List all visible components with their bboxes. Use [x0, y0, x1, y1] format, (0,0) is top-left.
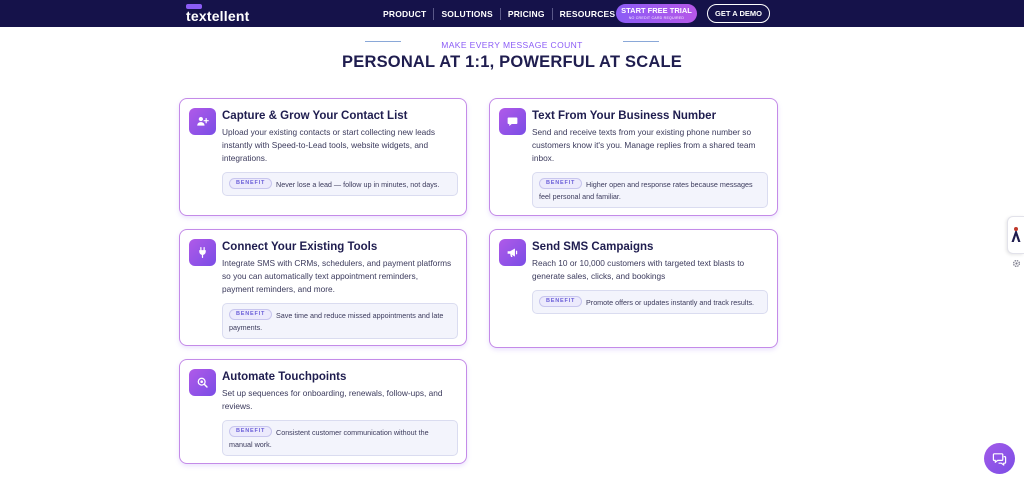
benefit-text: Save time and reduce missed appointments… [276, 311, 444, 320]
feature-card-connect-tools: Connect Your Existing Tools Integrate SM… [179, 229, 467, 346]
logo-mark-icon [186, 4, 202, 9]
trial-button-subtext: NO CREDIT CARD REQUIRED [628, 16, 685, 20]
benefit-text: Promote offers or updates instantly and … [586, 298, 755, 307]
benefit-text: Never lose a lead — follow up in minutes… [276, 180, 440, 189]
gear-icon[interactable] [1012, 259, 1021, 268]
trial-button-label: START FREE TRIAL [621, 6, 692, 15]
card-description: Integrate SMS with CRMs, schedulers, and… [222, 258, 452, 294]
benefit-text: Consistent customer communication withou… [276, 428, 429, 437]
benefit-badge: BENEFIT [229, 426, 273, 437]
card-description: Reach 10 or 10,000 customers with target… [532, 258, 745, 281]
start-free-trial-button[interactable]: START FREE TRIAL NO CREDIT CARD REQUIRED [616, 4, 697, 23]
logo[interactable]: textellent [186, 4, 249, 24]
chat-button[interactable] [984, 443, 1015, 474]
card-description: Send and receive texts from your existin… [532, 127, 756, 163]
benefit-badge: BENEFIT [539, 178, 583, 189]
chat-icon [992, 453, 1007, 466]
touchpoint-icon [189, 369, 216, 396]
menu-item-pricing[interactable]: PRICING [499, 7, 552, 20]
benefit-box: BENEFIT Promote offers or updates instan… [532, 290, 768, 314]
get-a-demo-button[interactable]: GET A DEMO [707, 4, 770, 23]
card-title: Capture & Grow Your Contact List [222, 110, 408, 122]
section-headline: PERSONAL AT 1:1, POWERFUL AT SCALE [342, 53, 682, 71]
benefit-badge: BENEFIT [229, 178, 273, 189]
message-icon [499, 108, 526, 135]
card-description: Set up sequences for onboarding, renewal… [222, 388, 443, 411]
card-description: Upload your existing contacts or start c… [222, 127, 436, 163]
feature-card-business-number: Text From Your Business Number Send and … [489, 98, 778, 216]
plug-icon [189, 239, 216, 266]
section-eyebrow: MAKE EVERY MESSAGE COUNT [360, 35, 664, 50]
benefit-badge: BENEFIT [539, 296, 583, 307]
menu-item-product[interactable]: PRODUCT [376, 8, 433, 20]
card-title: Automate Touchpoints [222, 371, 347, 383]
benefit-text-continued: payments. [229, 323, 263, 332]
benefit-text-continued: manual work. [229, 440, 272, 449]
card-title: Text From Your Business Number [532, 110, 717, 122]
feature-card-sms-campaigns: Send SMS Campaigns Reach 10 or 10,000 cu… [489, 229, 778, 348]
benefit-box: BENEFIT Consistent customer communicatio… [222, 420, 458, 456]
main-menu: PRODUCT SOLUTIONS PRICING RESOURCES [376, 0, 622, 27]
benefit-box: BENEFIT Save time and reduce missed appo… [222, 303, 458, 339]
add-user-icon [189, 108, 216, 135]
menu-item-resources[interactable]: RESOURCES [551, 7, 623, 20]
accessibility-icon [1011, 227, 1021, 242]
menu-item-solutions[interactable]: SOLUTIONS [433, 7, 499, 20]
megaphone-icon [499, 239, 526, 266]
benefit-box: BENEFIT Higher open and response rates b… [532, 172, 768, 208]
benefit-text-continued: feel personal and familiar. [539, 192, 621, 201]
card-title: Send SMS Campaigns [532, 241, 654, 253]
feature-card-capture: Capture & Grow Your Contact List Upload … [179, 98, 467, 216]
feature-card-automate-touchpoints: Automate Touchpoints Set up sequences fo… [179, 359, 467, 464]
eyebrow-line-left [365, 41, 401, 42]
eyebrow-line-right [623, 41, 659, 42]
eyebrow-text: MAKE EVERY MESSAGE COUNT [441, 40, 583, 50]
card-title: Connect Your Existing Tools [222, 241, 378, 253]
benefit-badge: BENEFIT [229, 309, 273, 320]
top-navbar: textellent PRODUCT SOLUTIONS PRICING RES… [0, 0, 1024, 27]
benefit-box: BENEFIT Never lose a lead — follow up in… [222, 172, 458, 196]
accessibility-widget[interactable] [1007, 216, 1024, 254]
